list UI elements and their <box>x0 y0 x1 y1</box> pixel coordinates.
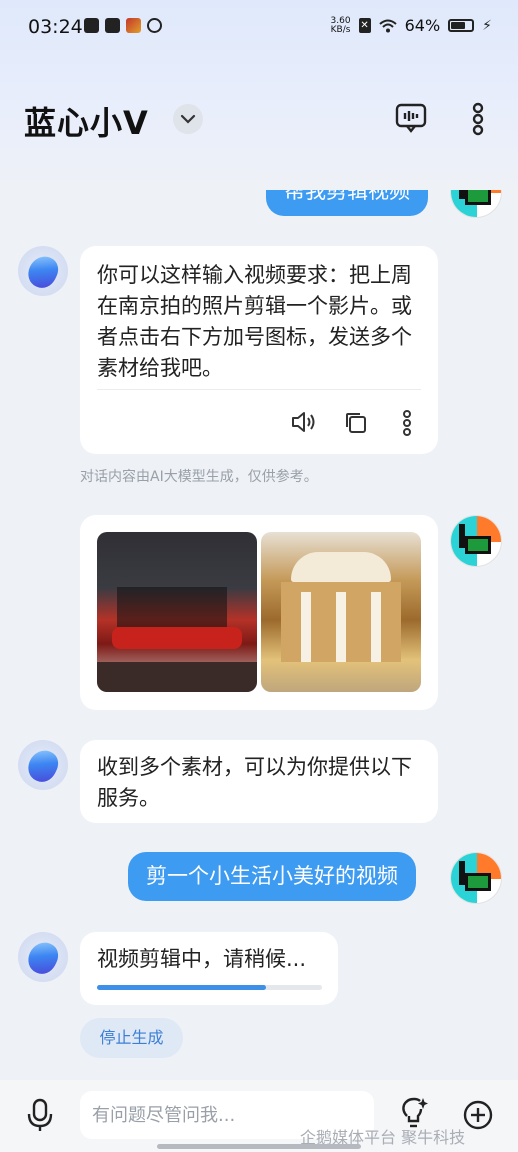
more-vertical-icon[interactable] <box>399 410 415 436</box>
divider <box>97 389 421 390</box>
game-notification-icon <box>126 18 141 33</box>
loop-notification-icon <box>147 18 162 33</box>
message-box-icon[interactable] <box>395 102 427 134</box>
bot-message-bubble: 你可以这样输入视频要求：把上周在南京拍的照片剪辑一个影片。或者点击右下方加号图标… <box>80 246 438 454</box>
bot-message-text: 视频剪辑中，请稍候... <box>97 947 307 971</box>
uploaded-photo[interactable] <box>261 532 421 692</box>
notification-icons <box>84 18 162 33</box>
bot-message-text: 你可以这样输入视频要求：把上周在南京拍的照片剪辑一个影片。或者点击右下方加号图标… <box>97 263 412 380</box>
user-message-bubble[interactable]: 剪一个小生活小美好的视频 <box>128 852 416 901</box>
bot-message-text: 收到多个素材，可以为你提供以下服务。 <box>97 755 412 810</box>
no-sim-icon: ✕ <box>358 18 371 33</box>
bot-avatar[interactable] <box>18 932 68 982</box>
chevron-down-icon <box>180 114 196 124</box>
user-avatar[interactable] <box>450 852 502 904</box>
battery-percent: 64% <box>404 16 441 35</box>
bot-avatar[interactable] <box>18 246 68 296</box>
mic-icon[interactable] <box>26 1097 54 1133</box>
plus-circle-icon[interactable] <box>462 1099 494 1131</box>
more-vertical-icon[interactable] <box>466 102 490 136</box>
user-message-text: 剪一个小生活小美好的视频 <box>146 864 398 888</box>
charging-icon: ⚡ <box>482 17 492 34</box>
home-indicator[interactable] <box>157 1144 361 1149</box>
battery-icon <box>448 19 475 32</box>
progress-bar <box>97 985 322 990</box>
notification-icon <box>84 18 99 33</box>
user-avatar[interactable] <box>450 515 502 567</box>
bot-message-bubble: 收到多个素材，可以为你提供以下服务。 <box>80 740 438 823</box>
stop-generating-button[interactable]: 停止生成 <box>80 1018 183 1058</box>
status-time: 03:24 <box>28 16 83 38</box>
uploaded-photo[interactable] <box>97 532 257 692</box>
wifi-icon <box>378 19 397 32</box>
ai-disclaimer: 对话内容由AI大模型生成，仅供参考。 <box>80 469 318 485</box>
copy-icon[interactable] <box>344 411 368 435</box>
status-bar: 03:24 3.60 KB/s ✕ 64% ⚡ <box>0 0 518 56</box>
progress-fill <box>97 985 266 990</box>
app-title: 蓝心小V <box>24 104 149 142</box>
speaker-icon[interactable] <box>290 410 318 434</box>
bot-avatar[interactable] <box>18 740 68 790</box>
net-speed-unit: KB/s <box>330 24 351 35</box>
model-dropdown-button[interactable] <box>173 104 203 134</box>
header: 蓝心小V <box>0 90 518 150</box>
status-right: 3.60 KB/s ✕ 64% ⚡ <box>331 16 492 35</box>
bot-message-bubble: 视频剪辑中，请稍候... <box>80 932 338 1005</box>
net-speed: 3.60 KB/s <box>330 16 351 35</box>
app-notification-icon <box>105 18 120 33</box>
